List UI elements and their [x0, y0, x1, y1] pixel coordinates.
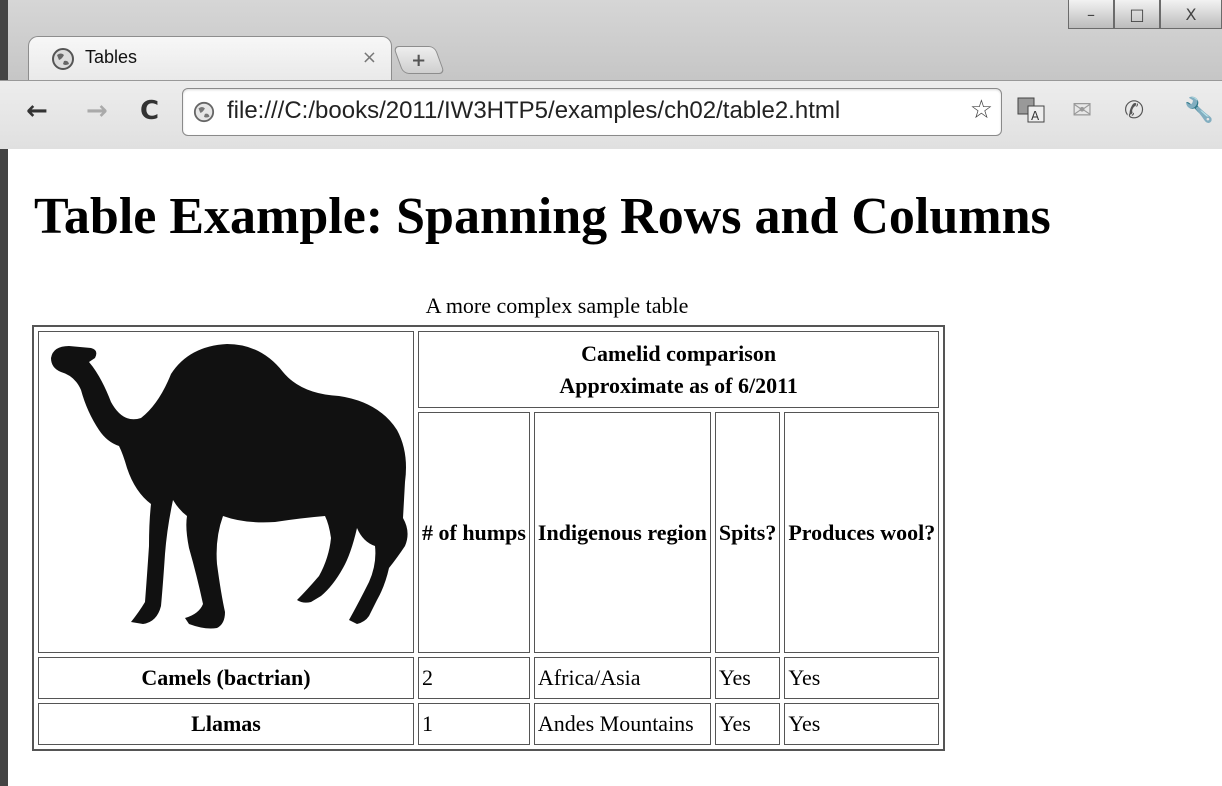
bookmark-star-icon[interactable]: ☆	[970, 95, 993, 125]
mail-icon[interactable]: ✉	[1072, 96, 1092, 124]
phone-icon[interactable]: ✆	[1124, 96, 1144, 124]
reload-button[interactable]: C	[140, 96, 159, 126]
col-header-region: Indigenous region	[533, 412, 711, 653]
header-line-2: Approximate as of 6/2011	[559, 372, 798, 398]
cell-spits: Yes	[714, 657, 781, 699]
tab-title: Tables	[85, 47, 138, 67]
camelid-table: Camelid comparison Approximate as of 6/2…	[32, 325, 946, 751]
table-caption: A more complex sample table	[425, 293, 689, 318]
col-header-spits: Spits?	[714, 412, 781, 653]
translate-icon[interactable]: A	[1016, 96, 1046, 130]
header-line-1: Camelid comparison	[581, 340, 777, 366]
cell-spits: Yes	[714, 703, 781, 745]
row-header: Llamas	[38, 703, 414, 745]
comparison-header: Camelid comparison Approximate as of 6/2…	[418, 331, 940, 409]
forward-button[interactable]: →	[86, 96, 108, 126]
maximize-button[interactable]: □	[1114, 0, 1160, 29]
cell-humps: 1	[418, 703, 530, 745]
svg-text:A: A	[1031, 109, 1040, 123]
cell-wool: Yes	[784, 703, 940, 745]
tab-close-icon[interactable]: ×	[362, 47, 377, 68]
cell-humps: 2	[418, 657, 530, 699]
window-controls: – □ X	[1068, 0, 1222, 30]
globe-icon	[51, 47, 75, 71]
col-header-humps: # of humps	[418, 412, 530, 653]
url-text: file:///C:/books/2011/IW3HTP5/examples/c…	[227, 97, 841, 124]
cell-region: Africa/Asia	[533, 657, 711, 699]
camel-image-cell	[38, 331, 414, 653]
browser-tab[interactable]: Tables ×	[28, 36, 392, 81]
page-globe-icon	[193, 101, 215, 123]
close-window-button[interactable]: X	[1160, 0, 1222, 29]
row-header: Camels (bactrian)	[38, 657, 414, 699]
minimize-button[interactable]: –	[1068, 0, 1114, 29]
cell-wool: Yes	[784, 657, 940, 699]
page-heading: Table Example: Spanning Rows and Columns	[34, 188, 1051, 245]
camel-image	[51, 344, 408, 629]
address-bar[interactable]: file:///C:/books/2011/IW3HTP5/examples/c…	[182, 88, 1002, 136]
cell-region: Andes Mountains	[533, 703, 711, 745]
table-row: Camels (bactrian) 2 Africa/Asia Yes Yes	[38, 657, 940, 699]
back-button[interactable]: ←	[26, 96, 48, 126]
col-header-wool: Produces wool?	[784, 412, 940, 653]
wrench-icon[interactable]: 🔧	[1184, 96, 1214, 124]
plus-icon: +	[411, 49, 427, 71]
table-row: Llamas 1 Andes Mountains Yes Yes	[38, 703, 940, 745]
page-content: Table Example: Spanning Rows and Columns…	[8, 149, 1222, 786]
